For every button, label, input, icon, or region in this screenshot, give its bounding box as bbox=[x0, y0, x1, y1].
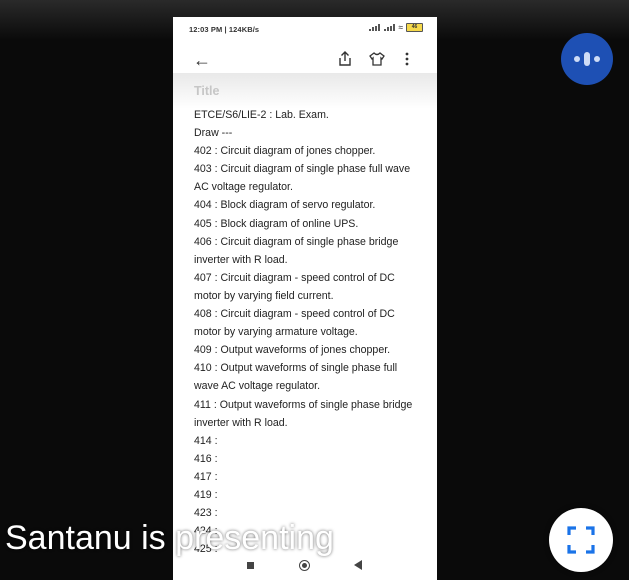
battery-icon: 46 bbox=[406, 23, 423, 32]
shared-phone-screen: 12:03 PM | 124KB/s ≈ 46 ← Title ETCE/S6/… bbox=[173, 17, 437, 580]
status-icons: ≈ 46 bbox=[368, 23, 423, 32]
presenting-label: Santanu is presenting bbox=[5, 519, 334, 557]
note-line: 405 : Block diagram of online UPS. bbox=[194, 217, 359, 230]
status-bar: 12:03 PM | 124KB/s ≈ 46 bbox=[173, 17, 437, 39]
note-line: ETCE/S6/LIE-2 : Lab. Exam. bbox=[194, 109, 329, 121]
nav-back-icon[interactable] bbox=[354, 560, 362, 570]
more-vert-icon[interactable] bbox=[404, 51, 420, 67]
note-line: 416 : bbox=[194, 452, 218, 465]
shirt-icon[interactable] bbox=[369, 51, 385, 67]
status-time: 12:03 PM | 124KB/s bbox=[189, 25, 260, 34]
note-line: 404 : Block diagram of servo regulator. bbox=[194, 199, 376, 212]
note-line: Draw --- bbox=[194, 127, 233, 140]
speaker-dot bbox=[594, 56, 600, 62]
note-line: 419 : bbox=[194, 488, 218, 501]
note-line: 409 : Output waveforms of jones chopper. bbox=[194, 344, 391, 357]
home-icon[interactable] bbox=[299, 560, 310, 571]
note-line: 407 : Circuit diagram - speed control of… bbox=[194, 271, 395, 302]
signal-icon bbox=[368, 24, 381, 31]
note-body[interactable]: ETCE/S6/LIE-2 : Lab. Exam. Draw --- 402 : … bbox=[194, 106, 419, 558]
recents-icon[interactable] bbox=[247, 562, 254, 569]
note-line: 403 : Circuit diagram of single phase fu… bbox=[194, 163, 411, 194]
note-title-field[interactable]: Title bbox=[194, 84, 219, 98]
note-line: 410 : Output waveforms of single phase f… bbox=[194, 362, 398, 393]
fullscreen-button[interactable] bbox=[549, 508, 613, 572]
speaking-indicator-icon[interactable] bbox=[561, 33, 613, 85]
share-icon[interactable] bbox=[338, 51, 354, 67]
back-arrow-icon[interactable]: ← bbox=[193, 51, 211, 69]
note-line: 408 : Circuit diagram - speed control of… bbox=[194, 308, 395, 339]
note-line: 406 : Circuit diagram of single phase br… bbox=[194, 235, 399, 266]
note-line: 414 : bbox=[194, 434, 218, 447]
wifi-icon: ≈ bbox=[398, 23, 403, 32]
signal-icon-2 bbox=[383, 24, 396, 31]
note-line: 411 : Output waveforms of single phase b… bbox=[194, 398, 413, 429]
fullscreen-icon bbox=[567, 526, 595, 554]
note-line: 402 : Circuit diagram of jones chopper. bbox=[194, 145, 376, 158]
note-toolbar: ← bbox=[173, 47, 437, 73]
speaker-dot bbox=[574, 56, 580, 62]
note-line: 417 : bbox=[194, 470, 218, 483]
speaker-bar bbox=[584, 52, 590, 66]
